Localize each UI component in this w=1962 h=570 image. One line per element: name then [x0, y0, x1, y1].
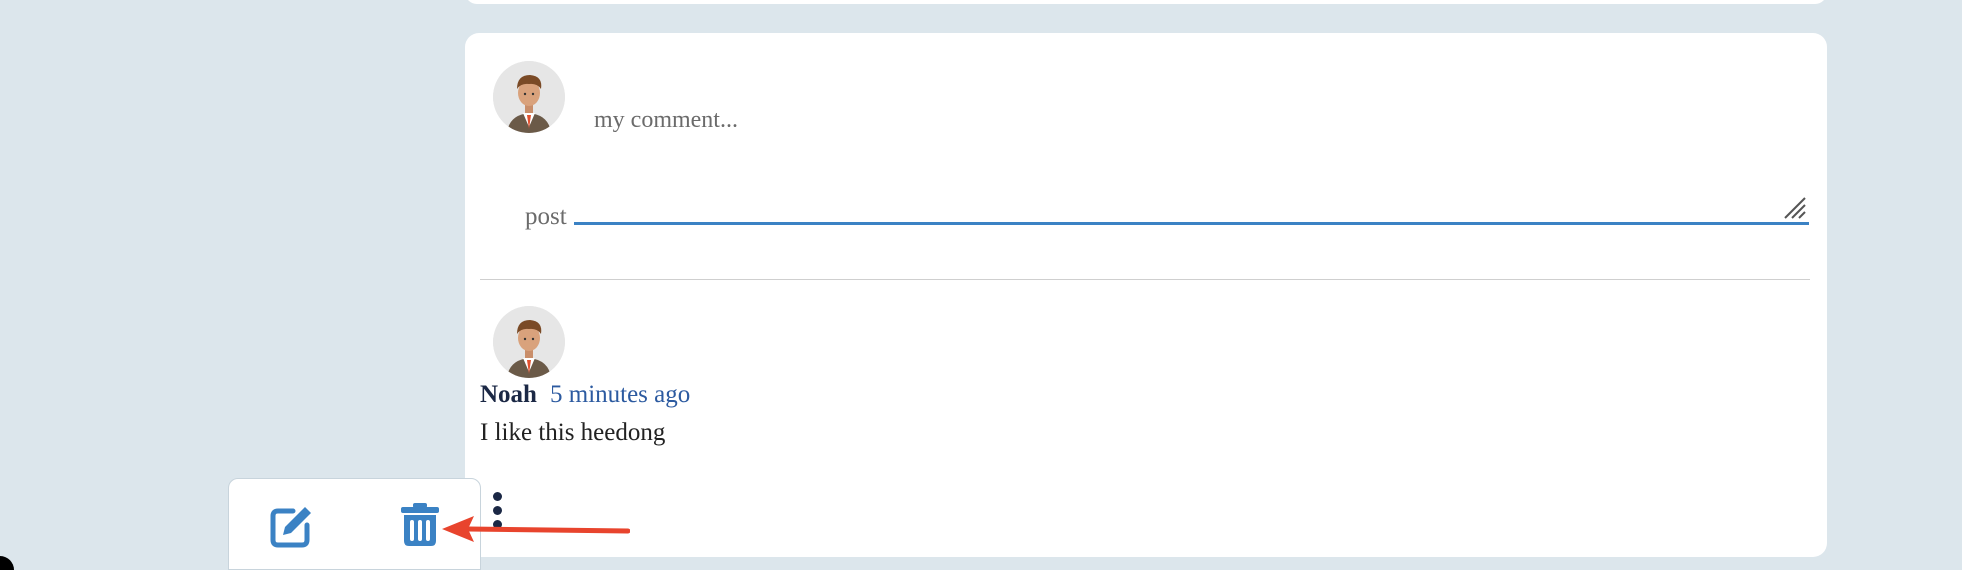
comment-timestamp: 5 minutes ago [550, 381, 691, 408]
window-corner [0, 556, 14, 570]
comment-input-box [574, 69, 1809, 225]
resize-handle-icon[interactable] [1781, 194, 1807, 220]
user-avatar-icon [493, 61, 565, 133]
comments-card: post Noah 5 minutes ago I like this heed… [465, 33, 1827, 557]
avatar [493, 61, 565, 133]
edit-icon[interactable] [269, 503, 315, 549]
page: post Noah 5 minutes ago I like this heed… [0, 0, 1962, 570]
annotation-arrow [442, 516, 630, 542]
comment-avatar [493, 306, 565, 378]
divider [480, 279, 1810, 280]
user-avatar-icon [493, 306, 565, 378]
comment-author: Noah [480, 381, 537, 408]
previous-post-card [465, 0, 1827, 4]
post-button[interactable]: post [525, 203, 567, 231]
comment-text: I like this heedong [480, 419, 666, 446]
trash-icon[interactable] [397, 501, 443, 547]
comment-input[interactable] [574, 69, 1809, 222]
